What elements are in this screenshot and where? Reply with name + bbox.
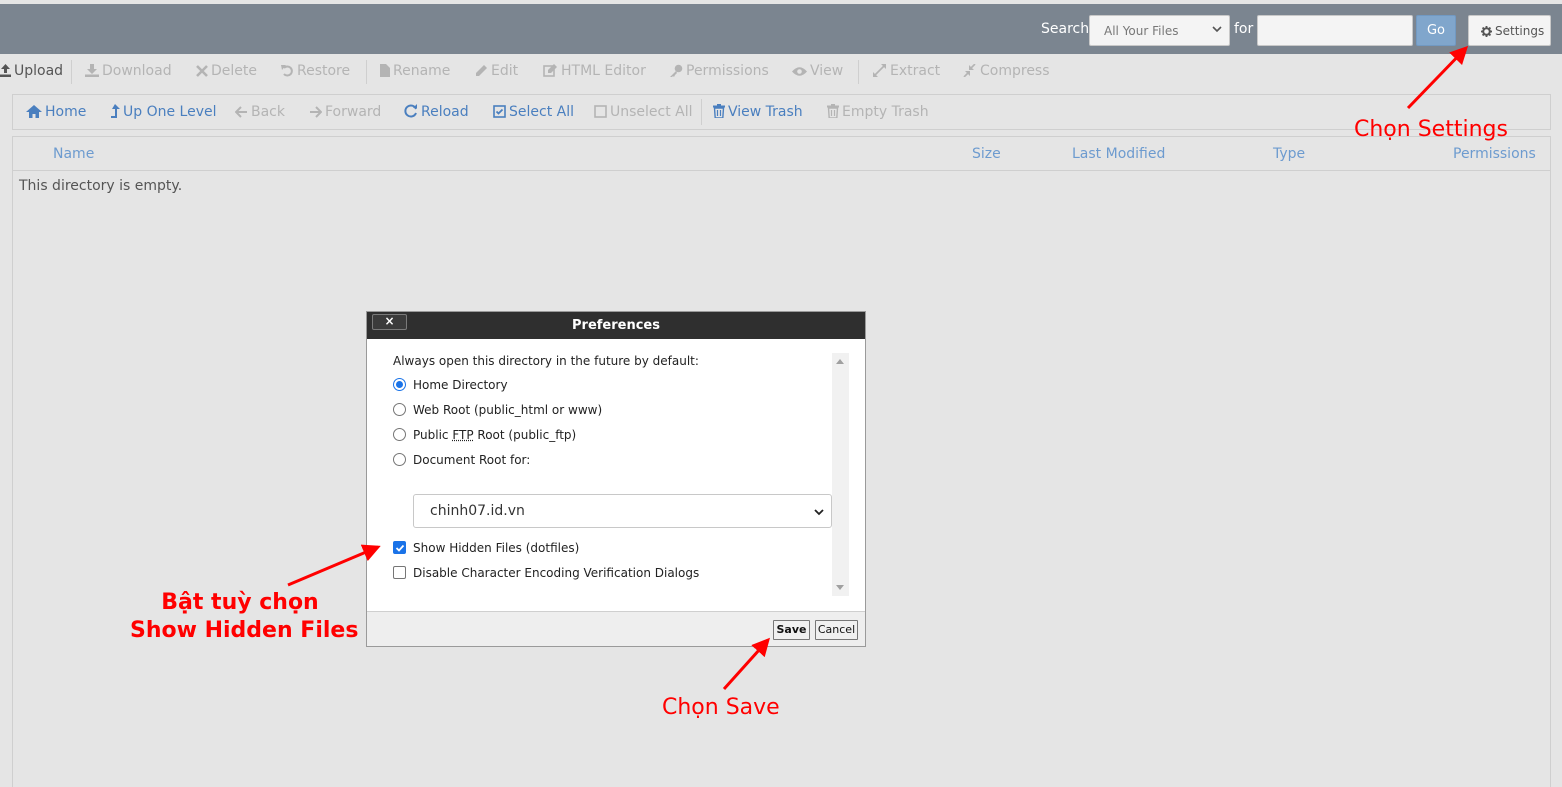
annotation-choose-settings: Chọn Settings [1354, 117, 1508, 142]
annotation-choose-save: Chọn Save [662, 695, 780, 720]
annotation-arrows [287, 45, 1469, 691]
arrow-to-save [722, 637, 771, 691]
annotation-show-hidden-line2: Show Hidden Files [130, 618, 359, 643]
arrow-to-settings [1406, 45, 1469, 110]
arrow-to-show-hidden [287, 544, 381, 587]
annotation-show-hidden-line1: Bật tuỳ chọn [161, 590, 319, 615]
